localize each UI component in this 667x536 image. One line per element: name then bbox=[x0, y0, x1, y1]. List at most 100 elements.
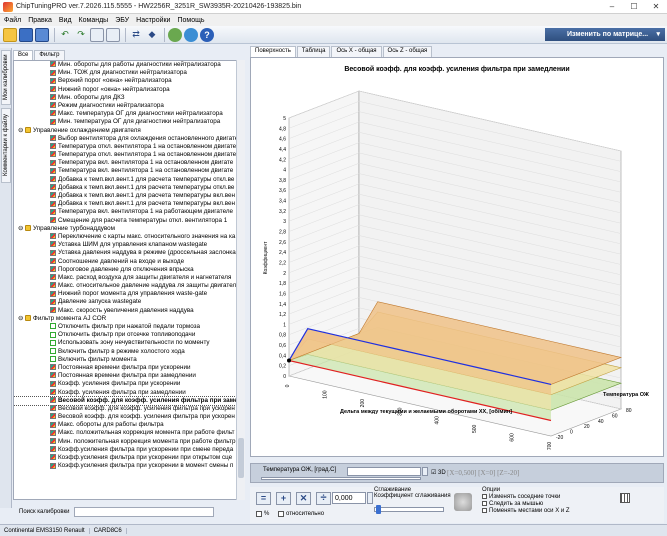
tree-item[interactable]: Нижний порог «окна» нейтрализатора bbox=[14, 86, 244, 94]
tree-folder[interactable]: ⊖ Управление турбонаддувом bbox=[14, 225, 244, 233]
tree-item[interactable]: Мин. ТОЖ для диагностики нейтрализатора bbox=[14, 69, 244, 77]
tree-item[interactable]: Смещение для расчета температуры откл. в… bbox=[14, 217, 244, 225]
add-button[interactable]: + bbox=[276, 492, 291, 505]
tree-item[interactable]: Температура откл. вентилятора 1 на остан… bbox=[14, 151, 244, 159]
connect-icon[interactable] bbox=[168, 27, 182, 42]
tree-item[interactable]: Температура вкл. вентилятора 1 на остано… bbox=[14, 167, 244, 175]
menu-ecu[interactable]: ЭБУ bbox=[115, 17, 129, 24]
tab-axis-x[interactable]: Ось X - общая bbox=[331, 46, 382, 57]
menu-help[interactable]: Помощь bbox=[177, 17, 204, 24]
tree-item[interactable]: Включить фильтр в режиме холостого хода bbox=[14, 348, 244, 356]
tree-item[interactable]: Коэфф. усиления фильтра при ускорении bbox=[14, 380, 244, 388]
tree-item[interactable]: Добавка к темп.вкл.вент.1 для расчета те… bbox=[14, 184, 244, 192]
close-button[interactable]: ✕ bbox=[645, 0, 667, 14]
tree-item[interactable]: Коэфф. усиления фильтра при замедлении bbox=[14, 389, 244, 397]
menu-view[interactable]: Вид bbox=[59, 17, 72, 24]
value-input[interactable]: 0,000 bbox=[332, 492, 366, 504]
help-icon[interactable]: ? bbox=[200, 27, 214, 42]
tree-item[interactable]: Коэфф.усиления фильтра при ускорении при… bbox=[14, 454, 244, 462]
tree-item[interactable]: Режим диагностики нейтрализатора bbox=[14, 102, 244, 110]
tab-table[interactable]: Таблица bbox=[296, 46, 331, 57]
change-by-matrix-button[interactable]: Изменить по матрице... ▾ bbox=[545, 28, 665, 41]
tree-item[interactable]: Коэфф.усиления фильтра при ускорении в м… bbox=[14, 462, 244, 470]
search-input[interactable] bbox=[73, 506, 214, 517]
maximize-button[interactable]: ☐ bbox=[623, 0, 645, 14]
tree-item[interactable]: Весовой коэфф. для коэфф. усиления фильт… bbox=[14, 405, 244, 413]
menu-edit[interactable]: Правка bbox=[28, 17, 52, 24]
tree-item[interactable]: Пороговое давление для отключения впрыск… bbox=[14, 266, 244, 274]
tree-item[interactable]: Верхний порог «окна» нейтрализатора bbox=[14, 77, 244, 85]
menu-settings[interactable]: Настройки bbox=[136, 17, 170, 24]
tree-item[interactable]: Макс. положительная коррекция момента пр… bbox=[14, 429, 244, 437]
tree-scrollbar[interactable] bbox=[236, 60, 245, 500]
percent-checkbox[interactable]: % bbox=[256, 511, 269, 517]
tree-item[interactable]: Весовой коэфф. для коэфф. усиления фильт… bbox=[14, 413, 244, 421]
tree-item[interactable]: Нижний порог момента для управления wast… bbox=[14, 290, 244, 298]
option-follow-mouse[interactable]: Следить за мышью bbox=[482, 500, 570, 507]
tree-item[interactable]: Весовой коэфф. для коэфф. усиления фильт… bbox=[14, 395, 244, 406]
menu-file[interactable]: Файл bbox=[4, 17, 21, 24]
compare-icon[interactable]: ⇄ bbox=[129, 28, 143, 42]
option-change-neighbors[interactable]: Изменять соседние точки bbox=[482, 493, 570, 500]
tree-item[interactable]: Соотношение давлений на входе и выходе bbox=[14, 258, 244, 266]
copy-icon[interactable] bbox=[90, 27, 104, 42]
tree-item[interactable]: Постоянная времени фильтра при замедлени… bbox=[14, 372, 244, 380]
tab-surface[interactable]: Поверхность bbox=[250, 46, 296, 57]
scroll-thumb[interactable] bbox=[238, 438, 244, 478]
grid-icon[interactable] bbox=[620, 493, 630, 503]
calibration-tree[interactable]: Мин. обороты для работы диагностики нейт… bbox=[13, 60, 245, 500]
save-icon[interactable] bbox=[19, 27, 33, 42]
tab-filter[interactable]: Фильтр bbox=[34, 50, 65, 60]
equal-button[interactable]: = bbox=[256, 492, 271, 505]
tree-item[interactable]: Макс. температура ОГ для диагностики ней… bbox=[14, 110, 244, 118]
tab-my-calibrations[interactable]: Мои калибровки bbox=[1, 50, 11, 105]
multiply-button[interactable]: ✕ bbox=[296, 492, 311, 505]
tab-axis-z[interactable]: Ось Z - общая bbox=[382, 46, 433, 57]
divide-button[interactable]: ÷ bbox=[316, 492, 331, 505]
globe-icon[interactable] bbox=[184, 27, 198, 42]
redo-icon[interactable]: ↷ bbox=[74, 28, 88, 42]
tree-item[interactable]: Мин. температура ОГ для диагностики нейт… bbox=[14, 118, 244, 126]
tab-file-comments[interactable]: Комментарии к файлу bbox=[1, 108, 11, 183]
tree-item[interactable]: Макс. скорость увеличения давления надду… bbox=[14, 307, 244, 315]
tree-item[interactable]: Отключить фильтр при отсечке топливопода… bbox=[14, 331, 244, 339]
temperature-spinner[interactable] bbox=[422, 467, 428, 476]
toggle-3d[interactable]: ☑ 3D bbox=[431, 469, 446, 476]
slider-thumb[interactable] bbox=[376, 505, 381, 514]
tree-item[interactable]: Давление запуска wastegate bbox=[14, 298, 244, 306]
temperature-field[interactable] bbox=[347, 467, 421, 476]
temperature-slider[interactable] bbox=[261, 477, 421, 480]
diamond-icon[interactable]: ◆ bbox=[145, 28, 159, 42]
surface-plot[interactable]: Весовой коэфф. для коэфф. усиления фильт… bbox=[250, 57, 664, 457]
tree-item[interactable]: Мин. обороты для работы диагностики нейт… bbox=[14, 61, 244, 69]
tree-item[interactable]: Коэфф.усиления фильтра при ускорении при… bbox=[14, 446, 244, 454]
tree-folder[interactable]: ⊖ Фильтр момента AJ COR bbox=[14, 315, 244, 323]
tree-item[interactable]: Включить фильтр момента bbox=[14, 356, 244, 364]
open-folder-icon[interactable] bbox=[3, 27, 17, 42]
tree-item[interactable]: Температура вкл. вентилятора 1 на остано… bbox=[14, 159, 244, 167]
tree-item[interactable]: Использовать зону нечувствительности по … bbox=[14, 339, 244, 347]
menu-commands[interactable]: Команды bbox=[79, 17, 109, 24]
collapse-icon[interactable]: ⊖ bbox=[18, 315, 25, 322]
smooth-button[interactable] bbox=[454, 493, 472, 511]
tree-item[interactable]: Добавка к темп.вкл.вент.1 для расчета те… bbox=[14, 192, 244, 200]
surface-chart[interactable]: Весовой коэфф. для коэфф. усиления фильт… bbox=[251, 58, 663, 456]
save-as-icon[interactable] bbox=[35, 27, 49, 42]
tree-item[interactable]: Выбор вентилятора для охлаждения останов… bbox=[14, 135, 244, 143]
tree-item[interactable]: Добавка к темп.вкл.вент.1 для расчета те… bbox=[14, 200, 244, 208]
relative-checkbox[interactable]: относительно bbox=[278, 511, 324, 517]
undo-icon[interactable]: ↶ bbox=[58, 28, 72, 42]
minimize-button[interactable]: – bbox=[601, 0, 623, 14]
tree-item[interactable]: Уставка давления наддува в режиме (дросс… bbox=[14, 249, 244, 257]
paste-icon[interactable] bbox=[106, 27, 120, 42]
tree-item[interactable]: Мин. обороты для ДКЗ bbox=[14, 94, 244, 102]
tree-item[interactable]: Переключение с карты макс. относительног… bbox=[14, 233, 244, 241]
value-spinner[interactable] bbox=[367, 492, 373, 504]
tree-item[interactable]: Макс. относительное давление наддува ля … bbox=[14, 282, 244, 290]
collapse-icon[interactable]: ⊖ bbox=[18, 225, 25, 232]
tree-item[interactable]: Добавка к темп.вкл.вент.1 для расчета те… bbox=[14, 176, 244, 184]
tree-folder[interactable]: ⊖ Управление охлаждением двигателя bbox=[14, 127, 244, 135]
tree-item[interactable]: Температура вкл. вентилятора 1 на работа… bbox=[14, 208, 244, 216]
tree-item[interactable]: Отключить фильтр при нажатой педали торм… bbox=[14, 323, 244, 331]
option-swap-axes[interactable]: Поменять местами оси X и Z bbox=[482, 507, 570, 514]
